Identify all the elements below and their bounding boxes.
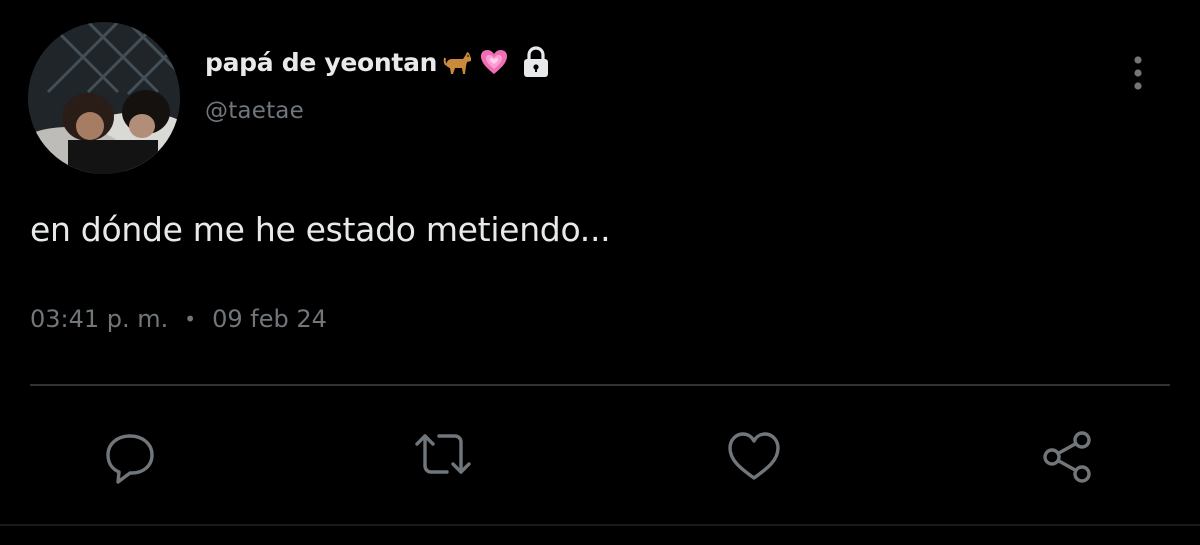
display-name[interactable]: papá de yeontan bbox=[205, 48, 437, 77]
share-button[interactable] bbox=[1038, 428, 1098, 488]
tweet-date: 09 feb 24 bbox=[212, 305, 327, 333]
tweet-time: 03:41 p. m. bbox=[30, 305, 169, 333]
lock-icon bbox=[521, 45, 551, 79]
more-vertical-icon bbox=[1134, 56, 1142, 90]
retweet-button[interactable] bbox=[413, 428, 473, 488]
tweet-timestamp[interactable]: 03:41 p. m. • 09 feb 24 bbox=[30, 305, 327, 333]
reply-button[interactable] bbox=[100, 428, 160, 488]
name-row: papá de yeontan bbox=[205, 40, 551, 84]
avatar[interactable] bbox=[28, 22, 180, 174]
retweet-icon bbox=[415, 434, 471, 474]
like-button[interactable] bbox=[724, 428, 784, 488]
bottom-divider bbox=[0, 524, 1200, 526]
divider bbox=[30, 384, 1170, 386]
share-icon bbox=[1043, 431, 1091, 483]
reply-icon bbox=[106, 434, 154, 484]
tweet-text: en dónde me he estado metiendo... bbox=[30, 210, 611, 249]
meta-separator: • bbox=[184, 307, 197, 331]
more-options-button[interactable] bbox=[1122, 52, 1154, 94]
tweet-detail: papá de yeontan @taetae en dónde me he e… bbox=[0, 0, 1200, 545]
growing-heart-emoji-icon bbox=[479, 47, 509, 77]
heart-icon bbox=[728, 432, 780, 480]
dog-emoji-icon bbox=[443, 47, 473, 77]
user-handle[interactable]: @taetae bbox=[205, 98, 304, 124]
